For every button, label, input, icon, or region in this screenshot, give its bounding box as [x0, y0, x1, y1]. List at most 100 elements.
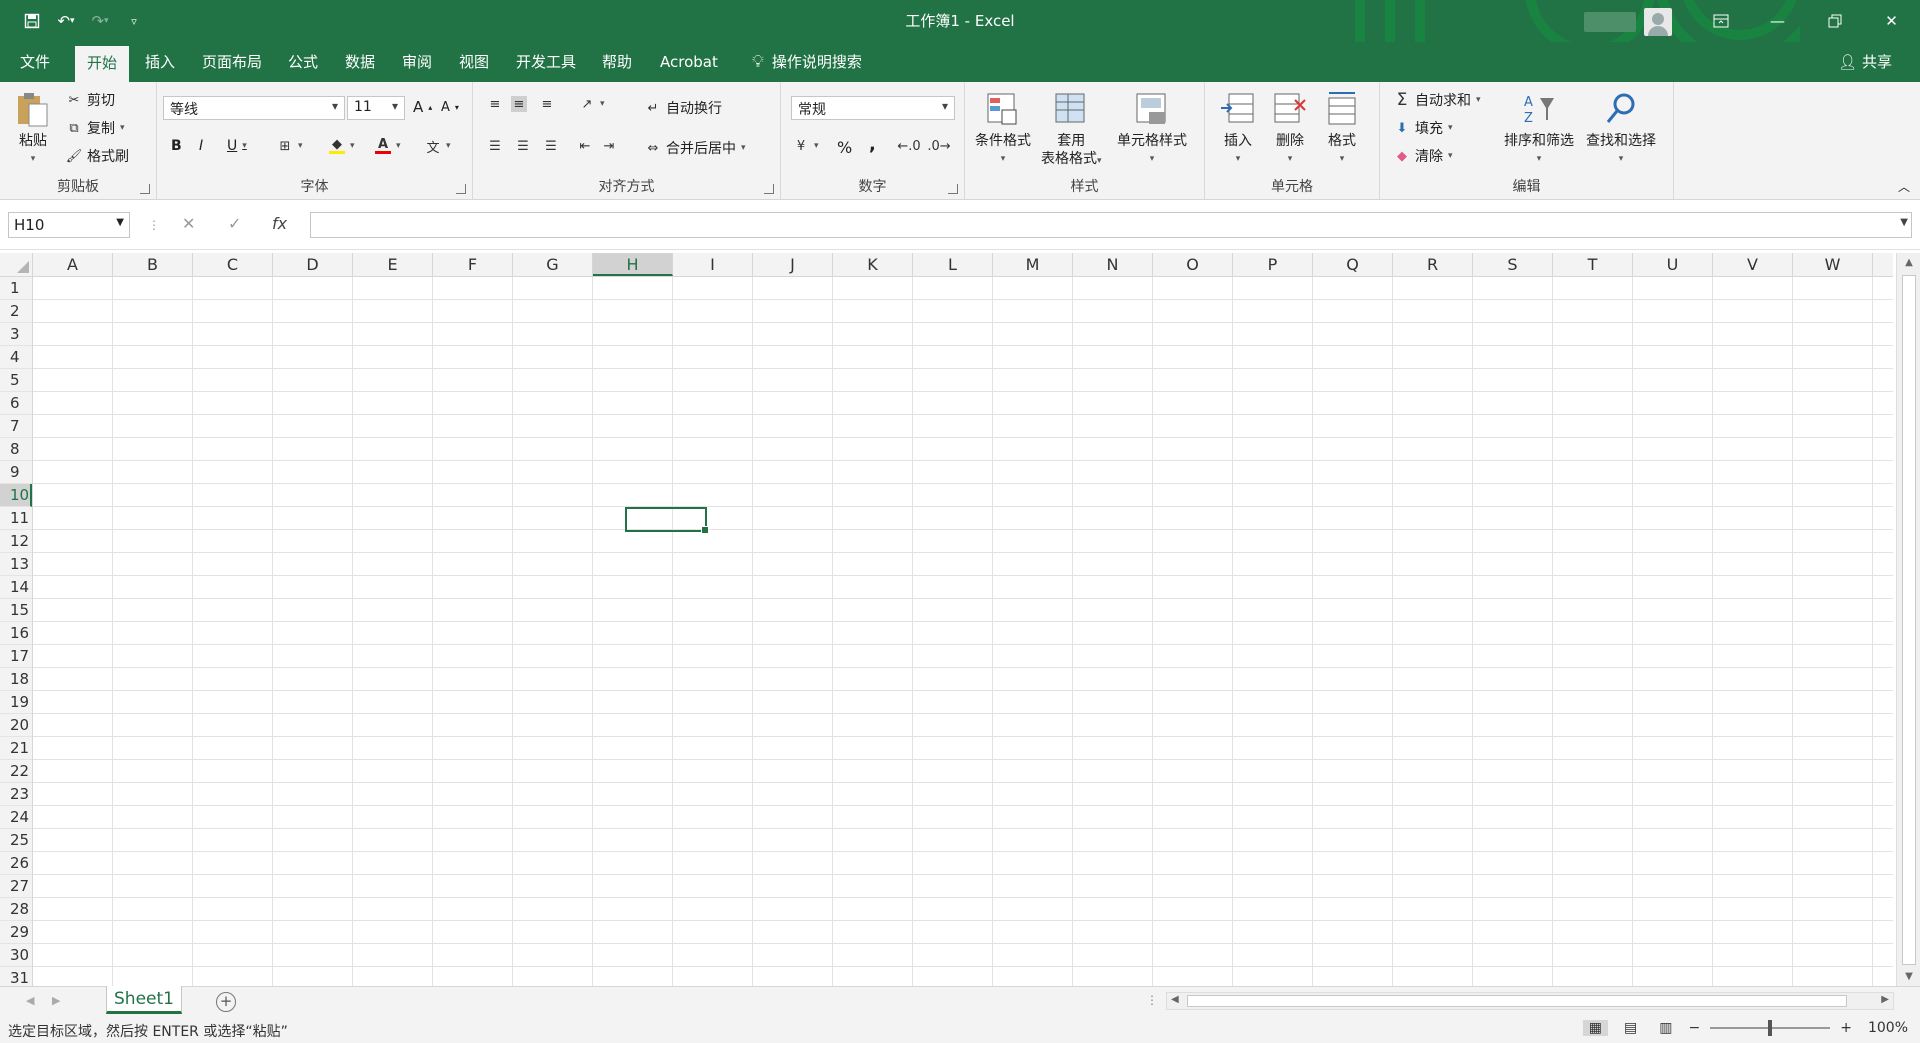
delete-cells-button[interactable]: 删除 ▾	[1271, 90, 1309, 168]
page-break-preview-icon[interactable]: ▥	[1653, 1020, 1678, 1036]
paste-button[interactable]: 粘贴 ▾	[14, 90, 52, 168]
align-left-button[interactable]: ☰	[487, 138, 503, 154]
scroll-up-icon[interactable]: ▲	[1897, 257, 1920, 268]
font-color-button[interactable]: A ▾	[375, 137, 401, 154]
copy-button[interactable]: ⧉ 复制 ▾	[66, 118, 124, 138]
row-header[interactable]: 18	[0, 668, 32, 691]
merge-center-button[interactable]: ⇔ 合并后居中 ▾	[645, 138, 746, 158]
format-cells-button[interactable]: 格式 ▾	[1323, 90, 1361, 168]
comma-style-button[interactable]: ,	[869, 134, 876, 155]
row-header[interactable]: 11	[0, 507, 32, 530]
redo-icon[interactable]: ↷ ▾	[88, 10, 112, 32]
tab-review[interactable]: 审阅	[390, 42, 444, 82]
decrease-decimal-button[interactable]: .0→	[927, 138, 950, 154]
row-header[interactable]: 26	[0, 852, 32, 875]
minimize-button[interactable]: —	[1749, 0, 1806, 42]
row-header[interactable]: 10	[0, 484, 32, 507]
insert-function-button[interactable]: fx	[272, 214, 287, 233]
column-header[interactable]: C	[193, 253, 273, 276]
find-select-button[interactable]: 查找和选择 ▾	[1586, 90, 1656, 168]
column-header[interactable]: T	[1553, 253, 1633, 276]
close-button[interactable]: ✕	[1863, 0, 1920, 42]
tab-data[interactable]: 数据	[333, 42, 387, 82]
name-box[interactable]: H10 ▼	[8, 212, 130, 238]
active-cell[interactable]	[625, 507, 709, 534]
decrease-font-size-button[interactable]: A ▾	[441, 100, 459, 115]
zoom-out-button[interactable]: −	[1689, 1020, 1701, 1036]
decrease-indent-button[interactable]: ⇤	[577, 138, 593, 154]
format-as-table-button[interactable]: 套用 表格格式▾	[1041, 90, 1102, 170]
row-header[interactable]: 14	[0, 576, 32, 599]
column-header[interactable]: U	[1633, 253, 1713, 276]
row-header[interactable]: 19	[0, 691, 32, 714]
page-layout-view-icon[interactable]: ▤	[1618, 1020, 1643, 1036]
cell-area[interactable]	[33, 277, 1893, 986]
column-header[interactable]: G	[513, 253, 593, 276]
row-header[interactable]: 22	[0, 760, 32, 783]
percent-style-button[interactable]: %	[837, 138, 852, 157]
column-header[interactable]: I	[673, 253, 753, 276]
undo-icon[interactable]: ↶ ▾	[54, 10, 78, 32]
align-top-button[interactable]: ≡	[487, 96, 503, 112]
prev-sheet-icon[interactable]: ◀	[26, 994, 34, 1007]
column-header[interactable]: Q	[1313, 253, 1393, 276]
tab-home[interactable]: 开始	[75, 46, 130, 82]
italic-button[interactable]: I	[199, 138, 203, 154]
expand-formula-bar-icon[interactable]: ▼	[1900, 217, 1908, 228]
tab-formulas[interactable]: 公式	[276, 42, 330, 82]
row-header[interactable]: 23	[0, 783, 32, 806]
column-header[interactable]: R	[1393, 253, 1473, 276]
vertical-scrollbar[interactable]: ▲ ▼	[1896, 253, 1920, 986]
tab-file[interactable]: 文件	[8, 42, 62, 82]
row-header[interactable]: 25	[0, 829, 32, 852]
phonetic-guide-button[interactable]: 文 ▾	[425, 138, 450, 156]
row-header[interactable]: 31	[0, 967, 32, 986]
cut-button[interactable]: ✂ 剪切	[66, 90, 115, 110]
scroll-down-icon[interactable]: ▼	[1897, 971, 1920, 982]
orientation-button[interactable]: ↗ ▾	[579, 96, 605, 112]
column-header[interactable]: H	[593, 253, 673, 276]
font-dialog-launcher[interactable]	[456, 184, 466, 194]
column-header[interactable]: M	[993, 253, 1073, 276]
row-header[interactable]: 15	[0, 599, 32, 622]
new-sheet-button[interactable]: +	[216, 992, 236, 1012]
row-header[interactable]: 21	[0, 737, 32, 760]
row-header[interactable]: 13	[0, 553, 32, 576]
align-center-button[interactable]: ☰	[515, 138, 531, 154]
font-size-dropdown[interactable]: 11 ▾	[347, 96, 405, 120]
sheet-tab[interactable]: Sheet1	[106, 986, 182, 1014]
column-header[interactable]: L	[913, 253, 993, 276]
underline-button[interactable]: U ▾	[227, 138, 247, 154]
row-header[interactable]: 20	[0, 714, 32, 737]
avatar[interactable]	[1644, 8, 1672, 36]
row-header[interactable]: 2	[0, 300, 32, 323]
autosum-button[interactable]: Σ 自动求和 ▾	[1394, 90, 1481, 110]
row-header[interactable]: 27	[0, 875, 32, 898]
ribbon-display-options-button[interactable]	[1692, 0, 1749, 42]
fill-button[interactable]: ⬇ 填充 ▾	[1394, 118, 1453, 138]
row-header[interactable]: 3	[0, 323, 32, 346]
row-header[interactable]: 16	[0, 622, 32, 645]
format-painter-button[interactable]: 🖌︎ 格式刷	[66, 146, 129, 166]
align-right-button[interactable]: ☰	[543, 138, 559, 154]
increase-font-size-button[interactable]: A ▴	[413, 98, 432, 116]
row-header[interactable]: 30	[0, 944, 32, 967]
row-header[interactable]: 28	[0, 898, 32, 921]
align-middle-button[interactable]: ≡	[511, 96, 527, 112]
clipboard-dialog-launcher[interactable]	[140, 184, 150, 194]
collapse-ribbon-button[interactable]: ︿	[1898, 178, 1910, 195]
row-header[interactable]: 9	[0, 461, 32, 484]
tell-me-search[interactable]: 💡︎ 操作说明搜索	[740, 42, 874, 82]
horizontal-scroll-thumb[interactable]	[1187, 995, 1847, 1007]
column-header[interactable]: V	[1713, 253, 1793, 276]
insert-cells-button[interactable]: 插入 ▾	[1219, 90, 1257, 168]
scroll-right-icon[interactable]: ▶	[1881, 994, 1889, 1005]
number-dialog-launcher[interactable]	[948, 184, 958, 194]
column-header[interactable]: E	[353, 253, 433, 276]
accounting-format-button[interactable]: ¥ ▾	[793, 138, 819, 154]
sort-filter-button[interactable]: AZ 排序和筛选 ▾	[1504, 90, 1574, 168]
select-all-button[interactable]	[0, 253, 33, 277]
row-header[interactable]: 12	[0, 530, 32, 553]
tab-developer[interactable]: 开发工具	[504, 42, 588, 82]
tab-view[interactable]: 视图	[447, 42, 501, 82]
